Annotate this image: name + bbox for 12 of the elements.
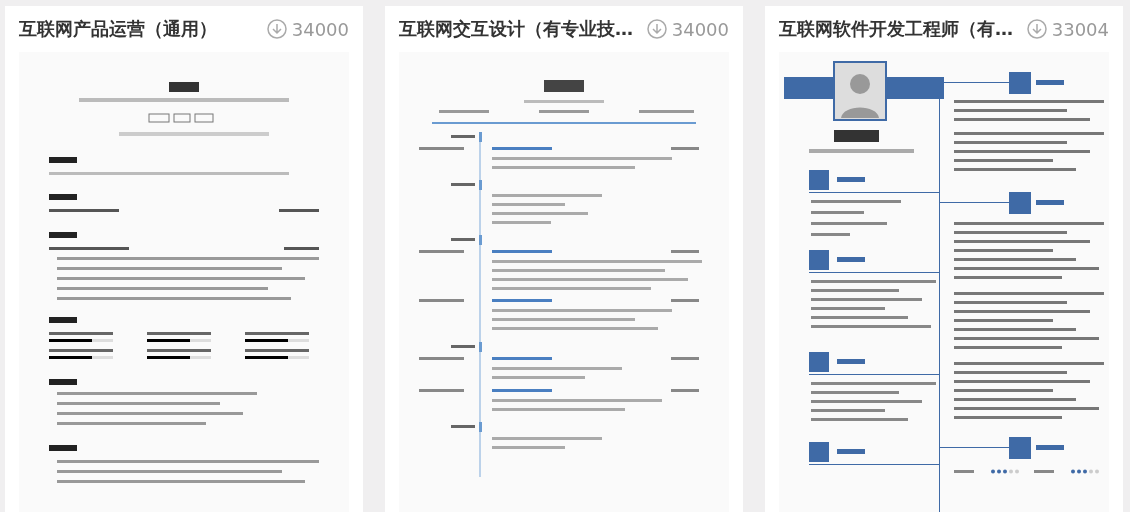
- template-card[interactable]: 互联网产品运营（通用） 34000: [5, 6, 363, 512]
- card-title[interactable]: 互联网产品运营（通用）: [19, 17, 217, 41]
- template-card[interactable]: 互联网软件开发工程师（有… 33004: [765, 6, 1123, 512]
- download-icon: [646, 19, 667, 39]
- card-title[interactable]: 互联网软件开发工程师（有…: [779, 17, 1013, 41]
- download-icon: [266, 19, 287, 39]
- download-count: 33004: [1051, 18, 1109, 40]
- card-title[interactable]: 互联网交互设计（有专业技…: [399, 17, 633, 41]
- template-card[interactable]: 互联网交互设计（有专业技… 34000: [385, 6, 743, 512]
- download-icon: [1026, 19, 1047, 39]
- download-count: 34000: [671, 18, 729, 40]
- download-count: 34000: [291, 18, 349, 40]
